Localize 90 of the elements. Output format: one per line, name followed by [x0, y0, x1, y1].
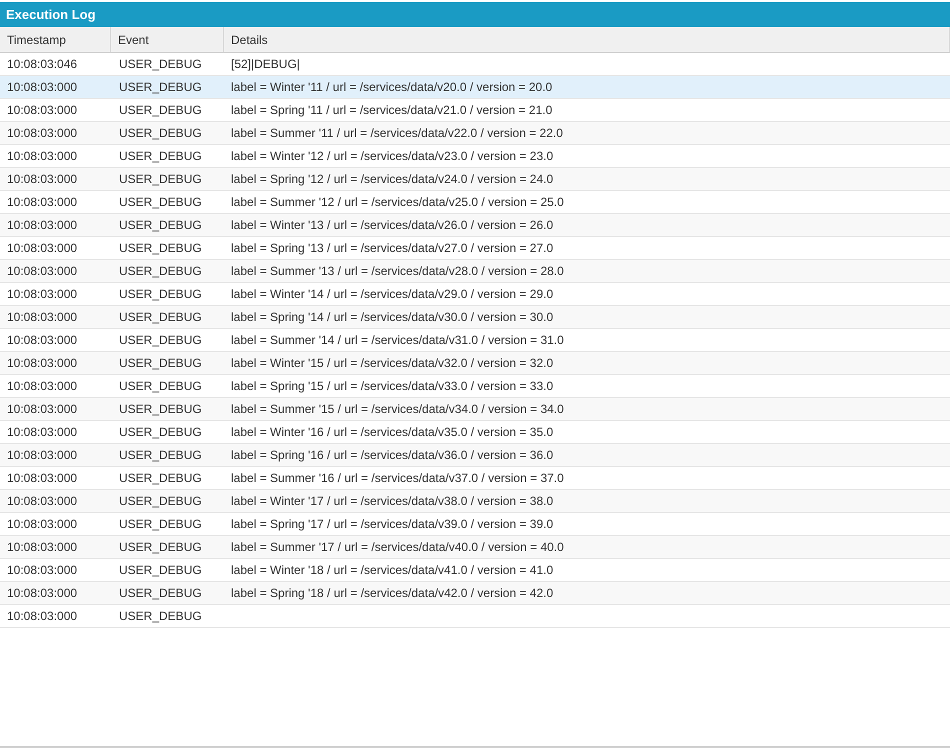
timestamp-cell: 10:08:03:000	[7, 609, 78, 623]
details-cell: label = Summer '11 / url = /services/data/v22.0 / version = 22.0	[231, 126, 563, 140]
event-cell: USER_DEBUG	[119, 218, 202, 232]
details-cell: label = Winter '18 / url = /services/data/v41.0 / version = 41.0	[231, 563, 554, 577]
event-cell: USER_DEBUG	[119, 80, 202, 94]
details-cell: label = Winter '13 / url = /services/data/v26.0 / version = 26.0	[231, 218, 554, 232]
timestamp-cell: 10:08:03:000	[7, 425, 78, 439]
timestamp-cell: 10:08:03:000	[7, 172, 78, 186]
details-cell: label = Spring '11 / url = /services/data/v21.0 / version = 21.0	[231, 103, 552, 117]
timestamp-cell: 10:08:03:000	[7, 126, 78, 140]
timestamp-cell: 10:08:03:000	[7, 241, 78, 255]
event-cell: USER_DEBUG	[119, 379, 202, 393]
timestamp-cell: 10:08:03:000	[7, 80, 78, 94]
log-row[interactable]: 10:08:03:000 USER_DEBUG label = Spring '16 / url = /services/data/v36.0 / version = 36.0	[0, 444, 950, 467]
timestamp-cell: 10:08:03:000	[7, 356, 78, 370]
timestamp-cell: 10:08:03:000	[7, 264, 78, 278]
log-row[interactable]: 10:08:03:000 USER_DEBUG label = Summer '11 / url = /services/data/v22.0 / version = 22.0	[0, 122, 950, 145]
details-cell: label = Summer '12 / url = /services/data/v25.0 / version = 25.0	[231, 195, 564, 209]
details-cell: label = Spring '14 / url = /services/data/v30.0 / version = 30.0	[231, 310, 554, 324]
log-row[interactable]: 10:08:03:000 USER_DEBUG label = Winter '15 / url = /services/data/v32.0 / version = 32.0	[0, 352, 950, 375]
details-cell: label = Winter '11 / url = /services/data/v20.0 / version = 20.0	[231, 80, 552, 94]
event-cell: USER_DEBUG	[119, 195, 202, 209]
column-header[interactable]: Timestamp	[0, 27, 111, 52]
log-row[interactable]: 10:08:03:000 USER_DEBUG label = Winter '11 / url = /services/data/v20.0 / version = 20.0	[0, 76, 950, 99]
timestamp-cell: 10:08:03:000	[7, 333, 78, 347]
event-cell: USER_DEBUG	[119, 494, 202, 508]
event-cell: USER_DEBUG	[119, 609, 202, 623]
log-row[interactable]: 10:08:03:000 USER_DEBUG label = Summer '17 / url = /services/data/v40.0 / version = 40.0	[0, 536, 950, 559]
log-row[interactable]: 10:08:03:000 USER_DEBUG label = Spring '12 / url = /services/data/v24.0 / version = 24.0	[0, 168, 950, 191]
details-cell: label = Summer '17 / url = /services/data/v40.0 / version = 40.0	[231, 540, 564, 554]
timestamp-cell: 10:08:03:000	[7, 379, 78, 393]
details-cell: label = Spring '16 / url = /services/data/v36.0 / version = 36.0	[231, 448, 554, 462]
log-row[interactable]: 10:08:03:000 USER_DEBUG label = Winter '17 / url = /services/data/v38.0 / version = 38.0	[0, 490, 950, 513]
timestamp-cell: 10:08:03:000	[7, 103, 78, 117]
event-cell: USER_DEBUG	[119, 402, 202, 416]
details-cell: label = Spring '17 / url = /services/data/v39.0 / version = 39.0	[231, 517, 554, 531]
timestamp-cell: 10:08:03:000	[7, 517, 78, 531]
event-cell: USER_DEBUG	[119, 149, 202, 163]
column-header[interactable]: Event	[111, 27, 224, 52]
log-row[interactable]: 10:08:03:000 USER_DEBUG label = Summer '15 / url = /services/data/v34.0 / version = 34.0	[0, 398, 950, 421]
panel-title: Execution Log	[6, 6, 96, 24]
timestamp-cell: 10:08:03:000	[7, 471, 78, 485]
timestamp-cell: 10:08:03:000	[7, 540, 78, 554]
details-cell: [52]|DEBUG|	[231, 57, 300, 71]
event-cell: USER_DEBUG	[119, 563, 202, 577]
details-cell: label = Summer '14 / url = /services/data/v31.0 / version = 31.0	[231, 333, 564, 347]
details-cell: label = Winter '17 / url = /services/data/v38.0 / version = 38.0	[231, 494, 554, 508]
details-cell: label = Summer '16 / url = /services/data/v37.0 / version = 37.0	[231, 471, 564, 485]
timestamp-cell: 10:08:03:000	[7, 563, 78, 577]
event-cell: USER_DEBUG	[119, 264, 202, 278]
details-cell: label = Summer '13 / url = /services/data/v28.0 / version = 28.0	[231, 264, 564, 278]
details-cell: label = Spring '15 / url = /services/data/v33.0 / version = 33.0	[231, 379, 554, 393]
column-header[interactable]: Details	[224, 27, 950, 52]
event-cell: USER_DEBUG	[119, 356, 202, 370]
timestamp-cell: 10:08:03:000	[7, 149, 78, 163]
event-cell: USER_DEBUG	[119, 540, 202, 554]
timestamp-cell: 10:08:03:000	[7, 448, 78, 462]
log-row[interactable]: 10:08:03:000 USER_DEBUG label = Spring '14 / url = /services/data/v30.0 / version = 30.0	[0, 306, 950, 329]
event-cell: USER_DEBUG	[119, 425, 202, 439]
timestamp-cell: 10:08:03:000	[7, 218, 78, 232]
timestamp-cell: 10:08:03:000	[7, 310, 78, 324]
event-cell: USER_DEBUG	[119, 103, 202, 117]
details-cell: label = Winter '15 / url = /services/data/v32.0 / version = 32.0	[231, 356, 554, 370]
details-cell: label = Winter '12 / url = /services/data/v23.0 / version = 23.0	[231, 149, 554, 163]
details-cell: label = Spring '12 / url = /services/data/v24.0 / version = 24.0	[231, 172, 554, 186]
event-cell: USER_DEBUG	[119, 310, 202, 324]
details-cell: label = Summer '15 / url = /services/data/v34.0 / version = 34.0	[231, 402, 564, 416]
timestamp-cell: 10:08:03:000	[7, 586, 78, 600]
timestamp-cell: 10:08:03:000	[7, 195, 78, 209]
event-cell: USER_DEBUG	[119, 586, 202, 600]
event-cell: USER_DEBUG	[119, 172, 202, 186]
timestamp-cell: 10:08:03:000	[7, 287, 78, 301]
details-cell: label = Winter '16 / url = /services/data/v35.0 / version = 35.0	[231, 425, 554, 439]
event-cell: USER_DEBUG	[119, 57, 202, 71]
details-cell: label = Winter '14 / url = /services/data/v29.0 / version = 29.0	[231, 287, 554, 301]
details-cell: label = Spring '13 / url = /services/data/v27.0 / version = 27.0	[231, 241, 554, 255]
event-cell: USER_DEBUG	[119, 471, 202, 485]
log-row[interactable]: 10:08:03:000 USER_DEBUG label = Winter '13 / url = /services/data/v26.0 / version = 26.0	[0, 214, 950, 237]
event-cell: USER_DEBUG	[119, 448, 202, 462]
timestamp-cell: 10:08:03:046	[7, 57, 78, 71]
event-cell: USER_DEBUG	[119, 241, 202, 255]
timestamp-cell: 10:08:03:000	[7, 402, 78, 416]
event-cell: USER_DEBUG	[119, 517, 202, 531]
details-cell: label = Spring '18 / url = /services/data/v42.0 / version = 42.0	[231, 586, 554, 600]
event-cell: USER_DEBUG	[119, 126, 202, 140]
event-cell: USER_DEBUG	[119, 333, 202, 347]
event-cell: USER_DEBUG	[119, 287, 202, 301]
timestamp-cell: 10:08:03:000	[7, 494, 78, 508]
log-row[interactable]: 10:08:03:000 USER_DEBUG label = Spring '18 / url = /services/data/v42.0 / version = 42.0	[0, 582, 950, 605]
log-row[interactable]: 10:08:03:000 USER_DEBUG label = Summer '13 / url = /services/data/v28.0 / version = 28.0	[0, 260, 950, 283]
